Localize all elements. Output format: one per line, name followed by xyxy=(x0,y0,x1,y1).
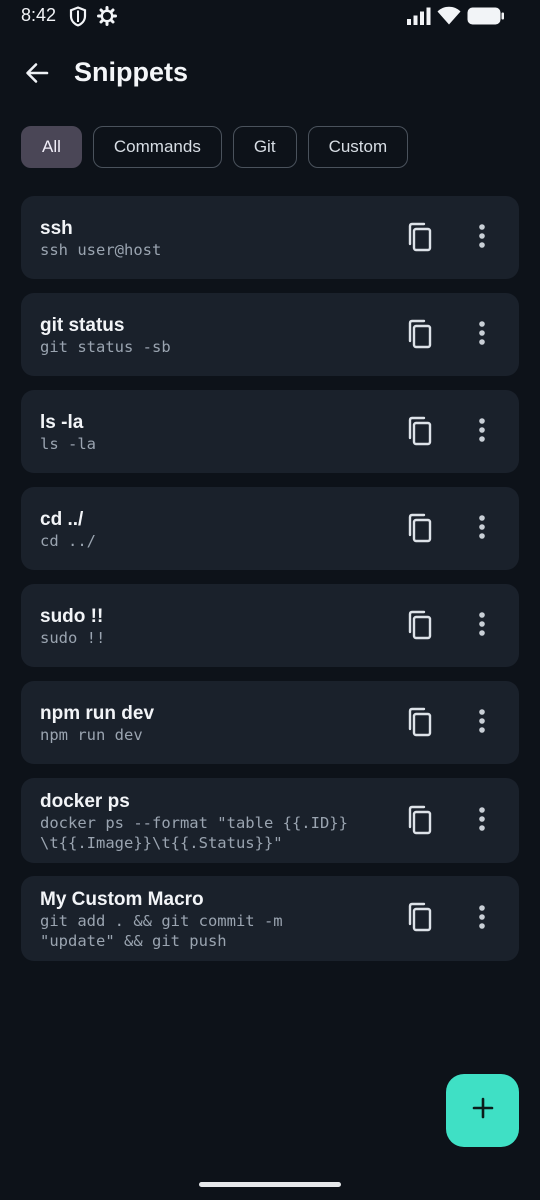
copy-icon xyxy=(405,222,433,257)
more-vert-icon xyxy=(479,417,485,447)
snippet-command: docker ps --format "table {{.ID}} \t{{.I… xyxy=(40,814,348,852)
snippet-command: cd ../ xyxy=(40,532,96,550)
more-vert-icon xyxy=(479,904,485,934)
copy-button[interactable] xyxy=(399,607,439,647)
snippet-command: ssh user@host xyxy=(40,241,162,259)
copy-button[interactable] xyxy=(399,316,439,356)
more-options-button[interactable] xyxy=(464,315,500,355)
snippet-card[interactable]: My Custom Macro git add . && git commit … xyxy=(21,876,519,961)
snippet-command: npm run dev xyxy=(40,726,143,744)
copy-icon xyxy=(405,319,433,354)
snippet-command: git status -sb xyxy=(40,338,171,356)
more-options-button[interactable] xyxy=(464,509,500,549)
copy-icon xyxy=(405,707,433,742)
snippet-title: cd ../ xyxy=(40,509,84,530)
copy-icon xyxy=(405,610,433,645)
filter-chip-row: All Commands Git Custom xyxy=(21,126,409,168)
page-title: Snippets xyxy=(74,57,189,87)
snippet-command: ls -la xyxy=(40,435,96,453)
snippet-title: git status xyxy=(40,315,125,336)
more-vert-icon xyxy=(479,223,485,253)
more-options-button[interactable] xyxy=(464,703,500,743)
copy-button[interactable] xyxy=(399,510,439,550)
copy-icon xyxy=(405,513,433,548)
snippet-title: docker ps xyxy=(40,791,130,812)
battery-icon xyxy=(467,7,505,30)
snippet-title: ssh xyxy=(40,218,73,239)
snippet-card[interactable]: npm run dev npm run dev xyxy=(21,681,519,764)
copy-button[interactable] xyxy=(399,219,439,259)
chip-custom[interactable]: Custom xyxy=(307,126,409,168)
wifi-icon xyxy=(437,6,461,30)
more-vert-icon xyxy=(479,806,485,836)
snippet-card[interactable]: ssh ssh user@host xyxy=(21,196,519,279)
snippet-command: sudo !! xyxy=(40,629,106,647)
copy-icon xyxy=(405,902,433,937)
home-indicator[interactable] xyxy=(199,1182,341,1187)
copy-button[interactable] xyxy=(399,802,439,842)
snippet-card[interactable]: docker ps docker ps --format "table {{.I… xyxy=(21,778,519,863)
more-vert-icon xyxy=(479,514,485,544)
snippet-command: git add . && git commit -m "update" && g… xyxy=(40,912,283,950)
snippet-title: sudo !! xyxy=(40,606,104,627)
more-vert-icon xyxy=(479,708,485,738)
copy-button[interactable] xyxy=(399,413,439,453)
copy-icon xyxy=(405,416,433,451)
copy-button[interactable] xyxy=(399,899,439,939)
status-time: 8:42 xyxy=(21,5,57,25)
snippet-card[interactable]: git status git status -sb xyxy=(21,293,519,376)
chip-git[interactable]: Git xyxy=(232,126,297,168)
snippet-card[interactable]: sudo !! sudo !! xyxy=(21,584,519,667)
top-app-bar: Snippets xyxy=(0,48,540,100)
more-options-button[interactable] xyxy=(464,218,500,258)
more-options-button[interactable] xyxy=(464,899,500,939)
chip-all[interactable]: All xyxy=(21,126,82,168)
chip-commands[interactable]: Commands xyxy=(92,126,222,168)
add-snippet-button[interactable] xyxy=(446,1074,519,1147)
snippet-card[interactable]: ls -la ls -la xyxy=(21,390,519,473)
status-bar: 8:42 xyxy=(0,0,540,34)
back-button[interactable] xyxy=(18,56,56,94)
more-options-button[interactable] xyxy=(464,412,500,452)
snippet-card[interactable]: cd ../ cd ../ xyxy=(21,487,519,570)
copy-button[interactable] xyxy=(399,704,439,744)
more-vert-icon xyxy=(479,320,485,350)
copy-icon xyxy=(405,805,433,840)
more-options-button[interactable] xyxy=(464,801,500,841)
snippet-title: ls -la xyxy=(40,412,84,433)
snippet-title: My Custom Macro xyxy=(40,889,204,910)
signal-icon xyxy=(406,7,432,30)
gear-icon xyxy=(97,6,117,31)
more-options-button[interactable] xyxy=(464,606,500,646)
snippets-screen: 8:42 Snippets All Commands Git Custom ss… xyxy=(0,0,540,1200)
more-vert-icon xyxy=(479,611,485,641)
plus-icon xyxy=(472,1097,494,1124)
snippet-title: npm run dev xyxy=(40,703,155,724)
arrow-left-icon xyxy=(24,60,50,91)
shield-icon xyxy=(69,6,87,32)
